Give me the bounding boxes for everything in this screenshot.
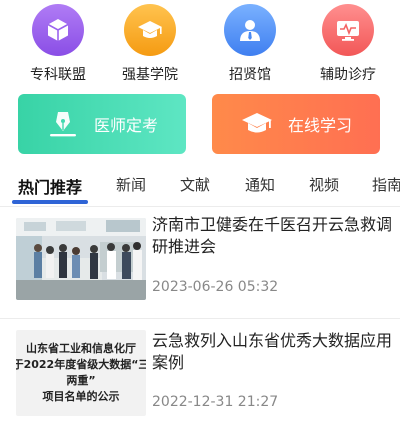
news-title: 云急救列入山东省优秀大数据应用案例 [152, 331, 393, 372]
quick-link-label: 专科联盟 [30, 67, 86, 83]
news-thumbnail-photo [16, 218, 146, 300]
online-learning-card[interactable]: 在线学习 [212, 94, 380, 154]
tab-literature[interactable]: 文献 [180, 174, 210, 195]
news-item[interactable]: 济南市卫健委在千医召开云急救调研推进会 2023-06-26 05:32 [0, 208, 400, 308]
graduation-cap-icon [124, 4, 176, 56]
thumbnail-text-line: 山东省工业和信息化厅 [26, 342, 136, 355]
pen-nib-icon [49, 112, 76, 137]
quick-link-label: 强基学院 [122, 67, 178, 83]
divider [0, 206, 400, 207]
tab-guidelines[interactable]: 指南 [372, 174, 400, 195]
news-title: 济南市卫健委在千医召开云急救调研推进会 [152, 215, 393, 256]
thumbnail-text-line: 两重” [66, 374, 96, 387]
graduation-cap-icon [241, 113, 272, 133]
physician-exam-card[interactable]: 医师定考 [18, 94, 186, 154]
card-label: 在线学习 [287, 116, 352, 135]
news-thumbnail-text-card: 山东省工业和信息化厅 于2022年度省级大数据“三 两重” 项目名单的公示 [16, 330, 146, 416]
tab-notices[interactable]: 通知 [245, 174, 275, 195]
tab-videos[interactable]: 视频 [309, 174, 339, 195]
quick-link-label: 招贤馆 [229, 67, 271, 83]
monitor-heartbeat-icon [322, 4, 374, 56]
tab-hot-recommend[interactable]: 热门推荐 [18, 174, 82, 198]
quick-link-label: 辅助诊疗 [320, 67, 376, 83]
news-item[interactable]: 山东省工业和信息化厅 于2022年度省级大数据“三 两重” 项目名单的公示 云急… [0, 318, 400, 427]
quick-link-academy[interactable]: 强基学院 [100, 4, 200, 88]
quick-link-recruitment[interactable]: 招贤馆 [200, 4, 300, 88]
thumbnail-text-line: 于2022年度省级大数据“三 [16, 358, 146, 371]
quick-link-specialty-alliance[interactable]: 专科联盟 [8, 4, 108, 88]
news-date: 2023-06-26 05:32 [152, 279, 279, 295]
person-tie-icon [224, 4, 276, 56]
active-tab-indicator [12, 200, 88, 204]
news-category-tabs: 热门推荐 新闻 文献 通知 视频 指南 [0, 170, 400, 206]
quick-link-assisted-diagnosis[interactable]: 辅助诊疗 [298, 4, 398, 88]
quick-links-grid: 专科联盟 强基学院 招贤馆 辅助诊疗 [0, 0, 400, 92]
thumbnail-text-line: 项目名单的公示 [42, 390, 120, 403]
news-date: 2022-12-31 21:27 [152, 394, 279, 410]
tab-news[interactable]: 新闻 [116, 174, 146, 195]
cube-icon [32, 4, 84, 56]
card-label: 医师定考 [93, 116, 158, 135]
